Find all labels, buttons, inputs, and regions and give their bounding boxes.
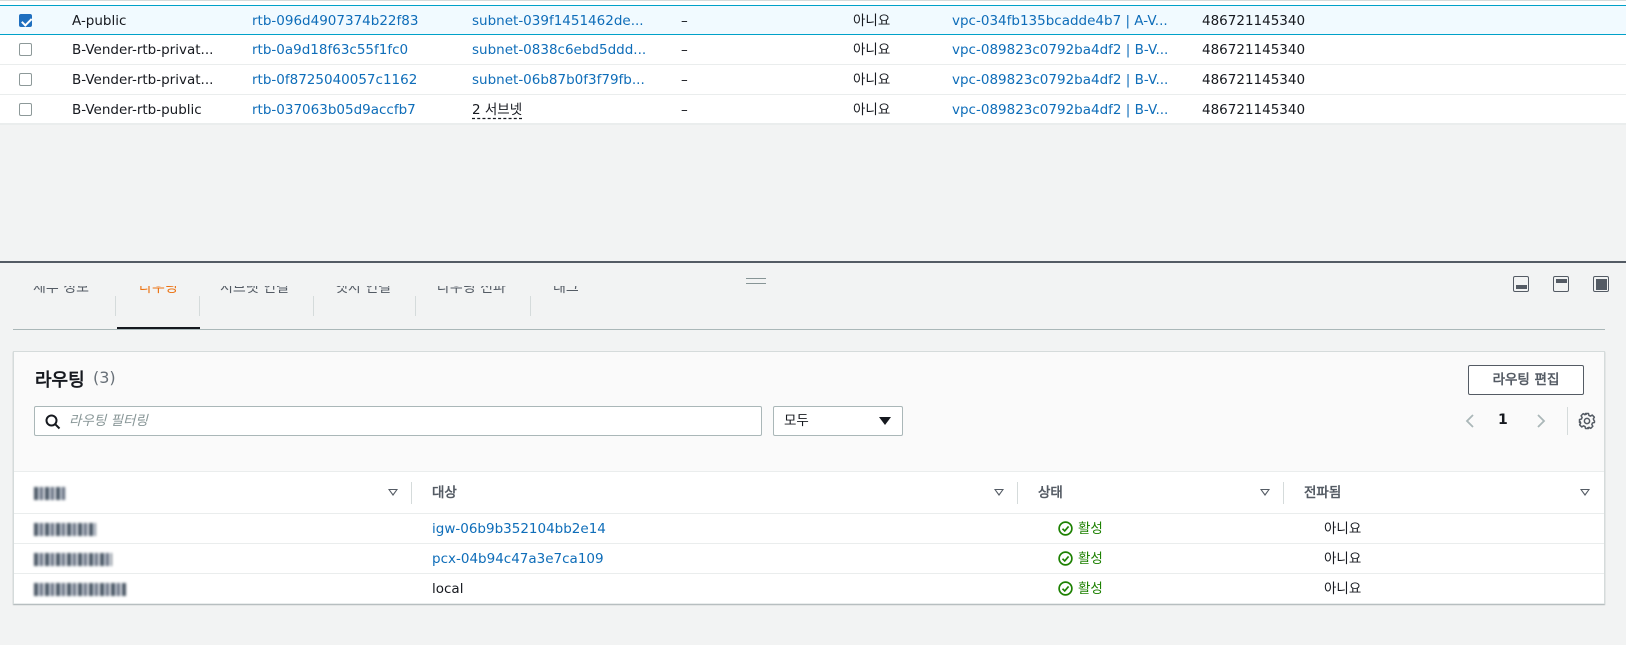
route-table-name: B-Vender-rtb-privat... <box>72 42 214 58</box>
route-destination <box>34 514 96 544</box>
route-table-id-link[interactable]: rtb-0a9d18f63c55f1fc0 <box>252 35 408 65</box>
route-target: local <box>432 581 464 597</box>
row-checkbox[interactable] <box>19 103 32 116</box>
status-text: 활성 <box>1078 551 1103 567</box>
vpc-link[interactable]: vpc-089823c0792ba4df2 | B-V... <box>952 95 1168 125</box>
tab-tags[interactable]: 태그 <box>553 286 579 329</box>
tab-separator <box>115 296 116 316</box>
route-destination <box>34 574 126 604</box>
main-flag: 아니요 <box>853 13 891 29</box>
route-row: pcx-04b94c47a3e7ca109 활성 아니요 <box>14 544 1604 574</box>
main-flag: 아니요 <box>853 42 891 58</box>
drag-handle-icon[interactable] <box>746 278 766 284</box>
route-propagated: 아니요 <box>1324 551 1362 567</box>
filter-select-value: 모두 <box>784 413 809 429</box>
vpc-link[interactable]: vpc-089823c0792ba4df2 | B-V... <box>952 35 1168 65</box>
tab-separator <box>313 296 314 316</box>
route-filter[interactable] <box>34 406 762 436</box>
routes-panel-header: 라우팅 (3) 라우팅 편집 모두 1 <box>14 352 1604 472</box>
owner-id: 486721145340 <box>1202 13 1306 29</box>
tab-separator <box>415 296 416 316</box>
sort-caret-icon[interactable] <box>388 489 398 496</box>
route-row: igw-06b9b352104bb2e14 활성 아니요 <box>14 514 1604 544</box>
subnet-association-link[interactable]: 2 서브넷 <box>472 95 522 125</box>
route-table-list: A-public rtb-096d4907374b22f83 subnet-039f… <box>0 0 1626 125</box>
edge-association: – <box>681 102 688 118</box>
route-table-row[interactable]: B-Vender-rtb-public rtb-037063b05d9accfb7… <box>0 95 1626 125</box>
route-table-name: B-Vender-rtb-privat... <box>72 72 214 88</box>
subnet-association-link[interactable]: subnet-0838c6ebd5ddd... <box>472 35 646 65</box>
subnet-association-link[interactable]: subnet-039f1451462de... <box>472 6 644 36</box>
tab-separator <box>530 296 531 316</box>
column-target[interactable]: 대상 <box>412 472 1018 514</box>
route-table-row[interactable]: A-public rtb-096d4907374b22f83 subnet-039f… <box>0 5 1626 35</box>
route-table-name: A-public <box>72 13 127 29</box>
vpc-link[interactable]: vpc-034fb135bcadde4b7 | A-V... <box>952 6 1168 36</box>
row-checkbox[interactable] <box>19 73 32 86</box>
status-text: 활성 <box>1078 581 1103 597</box>
chevron-left-icon[interactable] <box>1463 413 1479 429</box>
owner-id: 486721145340 <box>1202 102 1306 118</box>
check-circle-icon <box>1058 551 1073 566</box>
route-propagated: 아니요 <box>1324 521 1362 537</box>
sort-caret-icon[interactable] <box>1260 489 1270 496</box>
chevron-right-icon[interactable] <box>1532 413 1548 429</box>
edge-association: – <box>681 42 688 58</box>
route-count: (3) <box>93 368 116 387</box>
main-flag: 아니요 <box>853 72 891 88</box>
column-status[interactable]: 상태 <box>1018 472 1284 514</box>
edge-association: – <box>681 72 688 88</box>
search-input[interactable] <box>69 408 749 434</box>
route-target[interactable]: pcx-04b94c47a3e7ca109 <box>432 544 604 574</box>
page-number[interactable]: 1 <box>1498 412 1508 428</box>
owner-id: 486721145340 <box>1202 72 1306 88</box>
sort-caret-icon[interactable] <box>1580 489 1590 496</box>
column-destination[interactable] <box>14 472 412 514</box>
gear-icon[interactable] <box>1578 412 1596 430</box>
column-label: 대상 <box>432 485 457 501</box>
sort-caret-icon[interactable] <box>994 489 1004 496</box>
owner-id: 486721145340 <box>1202 42 1306 58</box>
vpc-link[interactable]: vpc-089823c0792ba4df2 | B-V... <box>952 65 1168 95</box>
route-propagated: 아니요 <box>1324 581 1362 597</box>
detail-tabs: 세부 정보 라우팅 서브넷 연결 엣지 연결 라우팅 전파 태그 <box>13 286 1605 330</box>
route-table-id-link[interactable]: rtb-096d4907374b22f83 <box>252 6 418 36</box>
tab-routes[interactable]: 라우팅 <box>117 286 200 329</box>
check-circle-icon <box>1058 521 1073 536</box>
edit-routes-button[interactable]: 라우팅 편집 <box>1468 365 1584 395</box>
routes-panel: 라우팅 (3) 라우팅 편집 모두 1 <box>13 351 1605 604</box>
tab-separator <box>199 296 200 316</box>
subnet-association-link[interactable]: subnet-06b87b0f3f79fb... <box>472 65 645 95</box>
pager-separator <box>1567 407 1568 435</box>
tab-route-propagation[interactable]: 라우팅 전파 <box>437 286 506 329</box>
column-label: 전파됨 <box>1304 485 1342 501</box>
search-icon <box>45 414 61 430</box>
column-label: 상태 <box>1038 485 1063 501</box>
route-row: local 활성 아니요 <box>14 574 1604 604</box>
filter-select[interactable]: 모두 <box>773 406 903 436</box>
split-panel-divider[interactable] <box>0 261 1626 263</box>
route-table-id-link[interactable]: rtb-037063b05d9accfb7 <box>252 95 416 125</box>
route-target[interactable]: igw-06b9b352104bb2e14 <box>432 514 606 544</box>
route-table-row[interactable]: B-Vender-rtb-privat... rtb-0f8725040057c1… <box>0 65 1626 95</box>
edge-association: – <box>681 13 688 29</box>
tab-subnet-associations[interactable]: 서브넷 연결 <box>220 286 289 329</box>
status-text: 활성 <box>1078 521 1103 537</box>
route-destination <box>34 544 112 574</box>
route-table-row[interactable]: B-Vender-rtb-privat... rtb-0a9d18f63c55f1… <box>0 35 1626 65</box>
main-flag: 아니요 <box>853 102 891 118</box>
column-label <box>34 472 66 514</box>
column-propagated[interactable]: 전파됨 <box>1284 472 1604 514</box>
tab-details[interactable]: 세부 정보 <box>33 286 89 329</box>
row-checkbox[interactable] <box>19 43 32 56</box>
check-circle-icon <box>1058 581 1073 596</box>
route-table-name: B-Vender-rtb-public <box>72 102 202 118</box>
tab-edge-associations[interactable]: 엣지 연결 <box>335 286 391 329</box>
row-checkbox[interactable] <box>19 14 32 27</box>
route-table-id-link[interactable]: rtb-0f8725040057c1162 <box>252 65 417 95</box>
caret-down-icon <box>879 417 891 425</box>
panel-title: 라우팅 <box>35 370 85 391</box>
